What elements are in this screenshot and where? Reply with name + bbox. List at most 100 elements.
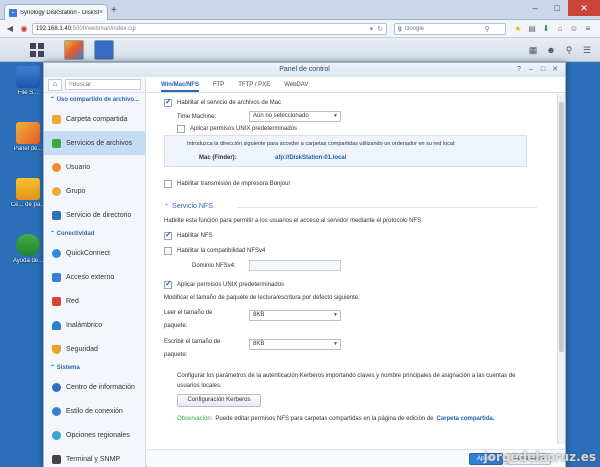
new-tab-icon[interactable]: + [111,5,117,16]
tab-tftp-pxe[interactable]: TFTP / PXE [238,77,270,92]
sidebar-search[interactable]: ⚲ [65,79,141,90]
desktop-icon-control-panel[interactable]: Panel de... [10,122,46,152]
bookmark-star-icon[interactable]: ★ [512,23,524,35]
sidebar-item-external-access[interactable]: Acceso externo [44,265,145,289]
close-tab-icon[interactable]: × [99,9,103,16]
bonjour-checkbox[interactable] [164,180,172,188]
mac-info-box: Introduzca la dirección siguiente para a… [164,135,527,167]
external-access-icon [52,272,61,282]
maximize-button[interactable]: □ [537,63,549,77]
tab-win-mac-nfs[interactable]: Win/Mac/NFS [161,77,199,92]
mac-enable-checkbox[interactable] [164,97,172,107]
mac-enable-row[interactable]: Habilitar el servicio de archivos de Mac [164,97,281,107]
close-window-button[interactable]: ✕ [568,0,600,16]
desktop-icon-label: Ce... de pa... [10,202,46,208]
sidebar-item-user[interactable]: Usuario [44,155,145,179]
kerberos-text-2: usuarios locales. [177,383,222,389]
user-icon[interactable]: ☻ [544,43,558,57]
browser-window: ▪ Synology DiskStation - DiskSta... × + … [0,0,600,467]
time-machine-label: Time Machine: [177,114,217,120]
nfs-unix-row[interactable]: Aplicar permisos UNIX predeterminados [164,279,284,289]
mac-finder-address: afp://DiskStation-01.local [275,155,347,161]
close-button[interactable]: ✕ [549,63,561,77]
search-icon[interactable]: ⚲ [562,43,576,57]
desktop-icon-package-center[interactable]: Ce... de pa... [10,178,46,208]
download-icon[interactable]: ⬇ [540,23,552,35]
bookmarks-icon[interactable]: ▤ [526,23,538,35]
back-icon[interactable]: ◀ [4,23,16,35]
info-icon [52,382,61,392]
vertical-scrollbar[interactable] [557,94,565,444]
minimize-window-button[interactable]: – [524,0,546,16]
control-panel-taskbar-icon[interactable] [64,40,84,60]
home-icon[interactable]: ⌂ [48,78,62,91]
desktop-icon-help[interactable]: Ayuda de... [10,234,46,264]
browser-tab[interactable]: ▪ Synology DiskStation - DiskSta... × [4,4,108,20]
sidebar-section-file-sharing[interactable]: ⌃ Uso compartido de archivo... [44,93,145,107]
desktop-icon-file-station[interactable]: File S... [10,66,46,96]
file-station-taskbar-icon[interactable] [94,40,114,60]
menu-icon[interactable]: ≡ [582,23,594,35]
mac-unix-row[interactable]: Aplicar permisos UNIX predeterminados [177,125,297,133]
sidebar-item-quickconnect[interactable]: QuickConnect [44,241,145,265]
file-services-icon [52,138,61,148]
observation-row: Observación: Puede editar permisos NFS p… [177,416,495,422]
control-panel-window: Panel de control ? – □ ✕ ⌂ ⚲ ⌃ Uso compa… [43,62,566,467]
shared-folder-link[interactable]: Carpeta compartida. [437,416,495,422]
sidebar-section-system[interactable]: ⌃ Sistema [44,361,145,375]
options-icon[interactable]: ☰ [580,43,594,57]
site-identity-icon[interactable]: ◉ [18,23,30,35]
help-button[interactable]: ? [513,63,525,77]
mac-finder-label: Mac (Finder): [199,155,237,161]
sidebar-item-terminal-snmp[interactable]: Terminal y SNMP [44,447,145,467]
search-bar[interactable]: g ⚲ [394,23,506,35]
url-bar[interactable]: 192.168.1.40 :5000/webman/index.cgi ▾ ↻ [32,23,387,35]
dropdown-arrow-icon[interactable]: ▾ [370,25,374,33]
network-icon [52,296,61,306]
mac-unix-checkbox[interactable] [177,125,185,133]
tab-ftp[interactable]: FTP [213,77,224,92]
nfsv4-domain-input[interactable] [249,260,341,271]
quickconnect-icon [52,248,61,258]
sidebar-item-directory-service[interactable]: Servicio de directorio [44,203,145,227]
dsm-taskbar-right: ▦ ☻ ⚲ ☰ [522,43,594,57]
bonjour-row[interactable]: Habilitar transmisión de impresora Bonjo… [164,180,290,188]
nfs-enable-row[interactable]: Habilitar NFS [164,230,213,240]
time-machine-select[interactable]: Aún no seleccionado ▼ [249,111,341,122]
read-size-select[interactable]: 8KB ▼ [249,310,341,321]
minimize-button[interactable]: – [525,63,537,77]
google-icon: g [398,26,402,32]
write-size-select[interactable]: 8KB ▼ [249,339,341,350]
sidebar-section-connectivity[interactable]: ⌃ Conectividad [44,227,145,241]
sidebar-item-security[interactable]: Seguridad [44,337,145,361]
sidebar-item-network[interactable]: Red [44,289,145,313]
sidebar-item-file-services[interactable]: Servicios de archivos [44,131,145,155]
nfs-enable-checkbox[interactable] [164,230,172,240]
sidebar-item-login-style[interactable]: Estilo de conexión [44,399,145,423]
sidebar-item-info-center[interactable]: Centro de información [44,375,145,399]
home-icon[interactable]: ⌂ [554,23,566,35]
nfs-section-header[interactable]: ⌃ Servicio NFS [164,203,213,210]
scrollbar-thumb[interactable] [559,102,564,352]
sidebar-item-regional-options[interactable]: Opciones regionales [44,423,145,447]
login-style-icon [52,406,61,416]
sidebar-item-shared-folder[interactable]: Carpeta compartida [44,107,145,131]
search-input[interactable] [404,26,485,32]
nfsv4-checkbox[interactable] [164,247,172,255]
nfs-unix-checkbox[interactable] [164,279,172,289]
sidebar-item-wireless[interactable]: Inalámbrico [44,313,145,337]
tab-webdav[interactable]: WebDAV [284,77,308,92]
sidebar-item-group[interactable]: Grupo [44,179,145,203]
sidebar-search-input[interactable] [72,81,133,88]
reload-icon[interactable]: ↻ [377,25,383,33]
user-icon [52,162,61,172]
nfsv4-label: Habilitar la compatibilidad NFSv4 [177,248,266,254]
notifications-icon[interactable]: ▦ [526,43,540,57]
search-icon[interactable]: ⚲ [485,25,490,33]
security-icon [52,344,61,354]
nfsv4-row[interactable]: Habilitar la compatibilidad NFSv4 [164,247,265,255]
kerberos-settings-button[interactable]: Configuración Kerberos [177,394,261,407]
maximize-window-button[interactable]: □ [546,0,568,16]
addon-icon[interactable]: ☺ [568,23,580,35]
main-menu-icon[interactable] [28,40,48,60]
